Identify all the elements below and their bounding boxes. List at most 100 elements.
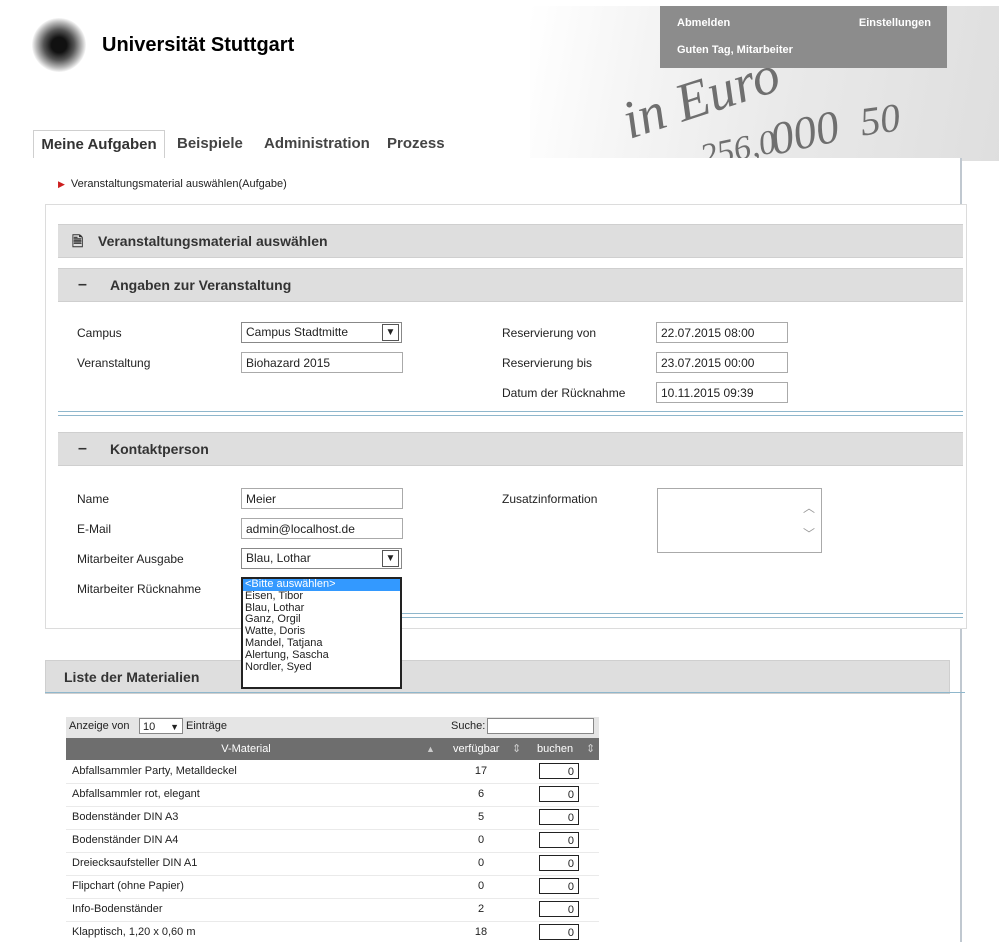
collapse-icon[interactable]: – xyxy=(78,433,87,465)
table-row: Info-Bodenständer 2 0 xyxy=(66,898,599,922)
campus-value: Campus Stadtmitte xyxy=(246,325,349,339)
material-name: Klapptisch, 1,20 x 0,60 m xyxy=(72,926,196,938)
issue-staff-label: Mitarbeiter Ausgabe xyxy=(77,552,184,566)
show-suffix: Einträge xyxy=(186,720,227,732)
collapse-icon[interactable]: – xyxy=(78,269,87,301)
return-date-field[interactable]: 10.11.2015 09:39 xyxy=(656,382,788,403)
available-count: 0 xyxy=(477,857,485,869)
table-row: Klapptisch, 1,20 x 0,60 m 18 0 xyxy=(66,921,599,942)
page: in Euro 000 50 256,0 Universität Stuttga… xyxy=(0,0,999,942)
listbox-option[interactable]: Mandel, Tatjana xyxy=(243,637,400,650)
issue-staff-select[interactable]: Blau, Lothar ▼ xyxy=(241,548,402,569)
table-row: Bodenständer DIN A4 0 0 xyxy=(66,829,599,853)
available-count: 2 xyxy=(477,903,485,915)
search-input[interactable] xyxy=(487,718,594,734)
logout-link[interactable]: Abmelden xyxy=(677,17,730,29)
return-staff-label: Mitarbeiter Rücknahme xyxy=(77,582,202,596)
material-name: Info-Bodenständer xyxy=(72,903,163,915)
section-veranstaltung-header[interactable]: – Angaben zur Veranstaltung xyxy=(58,268,963,302)
book-quantity-input[interactable]: 0 xyxy=(539,878,579,894)
available-count: 0 xyxy=(477,834,485,846)
available-count: 17 xyxy=(474,765,488,777)
campus-label: Campus xyxy=(77,326,122,340)
material-name: Dreiecksaufsteller DIN A1 xyxy=(72,857,198,869)
materials-title: Liste der Materialien xyxy=(64,669,200,685)
chevron-down-icon[interactable]: ▼ xyxy=(382,550,399,567)
table-row: Abfallsammler Party, Metalldeckel 17 0 xyxy=(66,760,599,784)
available-count: 0 xyxy=(477,880,485,892)
tab-administration[interactable]: Administration xyxy=(264,130,370,158)
listbox-option[interactable]: Alertung, Sascha xyxy=(243,649,400,662)
chevron-down-icon[interactable]: ▼ xyxy=(382,324,399,341)
section-veranstaltung-title: Angaben zur Veranstaltung xyxy=(110,277,292,293)
listbox-option[interactable]: Nordler, Syed xyxy=(243,661,400,674)
book-quantity-input[interactable]: 0 xyxy=(539,763,579,779)
scroll-up-icon[interactable]: ︿ xyxy=(803,499,815,516)
available-count: 6 xyxy=(477,788,485,800)
tab-prozess-uebersicht[interactable]: Prozess Übersicht xyxy=(387,130,456,180)
breadcrumb: ▶ Veranstaltungsmaterial auswählen(Aufgab… xyxy=(58,178,287,190)
book-quantity-input[interactable]: 0 xyxy=(539,786,579,802)
email-label: E-Mail xyxy=(77,522,112,536)
book-quantity-input[interactable]: 0 xyxy=(539,855,579,871)
tab-beispiele[interactable]: Beispiele xyxy=(177,130,243,158)
university-name: Universität Stuttgart xyxy=(102,34,295,56)
material-name: Abfallsammler Party, Metalldeckel xyxy=(72,765,237,777)
sort-asc-icon[interactable]: ▲ xyxy=(426,738,435,760)
res-from-field[interactable]: 22.07.2015 08:00 xyxy=(656,322,788,343)
col-available[interactable]: verfügbar xyxy=(453,738,499,760)
section-kontakt-title: Kontaktperson xyxy=(110,441,209,457)
name-label: Name xyxy=(77,492,110,506)
table-header: V-Material ▲ verfügbar ⇕ buchen ⇕ xyxy=(66,738,599,760)
form-title-bar: 🗎 Veranstaltungsmaterial auswählen xyxy=(58,224,963,258)
greeting-text: Guten Tag, Mitarbeiter xyxy=(677,44,793,56)
material-name: Bodenständer DIN A4 xyxy=(72,834,179,846)
col-book[interactable]: buchen xyxy=(537,738,573,760)
event-field[interactable]: Biohazard 2015 xyxy=(241,352,403,373)
book-quantity-input[interactable]: 0 xyxy=(539,924,579,940)
email-field[interactable]: admin@localhost.de xyxy=(241,518,403,539)
arrow-right-icon: ▶ xyxy=(58,179,65,189)
additional-info-textarea[interactable]: ︿ ﹀ xyxy=(657,488,822,553)
table-toolbar: Anzeige von 10 ▼ Einträge Suche: xyxy=(66,717,599,738)
form-title: Veranstaltungsmaterial auswählen xyxy=(98,233,328,249)
materials-divider xyxy=(45,692,965,693)
table-row: Abfallsammler rot, elegant 6 0 xyxy=(66,783,599,807)
sort-icon[interactable]: ⇕ xyxy=(512,738,521,760)
col-material[interactable]: V-Material xyxy=(66,738,426,760)
book-quantity-input[interactable]: 0 xyxy=(539,832,579,848)
return-date-label: Datum der Rücknahme xyxy=(502,386,626,400)
sort-icon[interactable]: ⇕ xyxy=(586,738,595,760)
return-staff-listbox[interactable]: <Bitte auswählen> Eisen, Tibor Blau, Lotha… xyxy=(241,577,402,689)
issue-staff-value: Blau, Lothar xyxy=(246,551,311,565)
chevron-down-icon[interactable]: ▼ xyxy=(170,719,179,735)
tab-meine-aufgaben[interactable]: Meine Aufgaben xyxy=(33,130,165,159)
table-row: Bodenständer DIN A3 5 0 xyxy=(66,806,599,830)
user-panel: Abmelden Einstellungen Guten Tag, Mitarb… xyxy=(660,6,947,68)
document-icon: 🗎 xyxy=(72,233,84,249)
res-to-field[interactable]: 23.07.2015 00:00 xyxy=(656,352,788,373)
search-label: Suche: xyxy=(451,720,486,732)
campus-select[interactable]: Campus Stadtmitte ▼ xyxy=(241,322,402,343)
entries-select[interactable]: 10 ▼ xyxy=(139,718,183,734)
breadcrumb-text[interactable]: Veranstaltungsmaterial auswählen(Aufgabe… xyxy=(71,178,287,190)
materials-header: Liste der Materialien xyxy=(45,660,950,694)
book-quantity-input[interactable]: 0 xyxy=(539,809,579,825)
show-prefix: Anzeige von xyxy=(69,720,130,732)
entries-value: 10 xyxy=(143,721,156,733)
table-row: Dreiecksaufsteller DIN A1 0 0 xyxy=(66,852,599,876)
material-name: Flipchart (ohne Papier) xyxy=(72,880,184,892)
table-row: Flipchart (ohne Papier) 0 0 xyxy=(66,875,599,899)
name-field[interactable]: Meier xyxy=(241,488,403,509)
material-name: Bodenständer DIN A3 xyxy=(72,811,179,823)
material-name: Abfallsammler rot, elegant xyxy=(72,788,200,800)
listbox-option[interactable]: Eisen, Tibor xyxy=(243,590,400,603)
section-kontakt-header[interactable]: – Kontaktperson xyxy=(58,432,963,466)
res-from-label: Reservierung von xyxy=(502,326,597,340)
settings-link[interactable]: Einstellungen xyxy=(859,17,931,29)
university-logo xyxy=(32,18,86,72)
section-divider xyxy=(58,411,963,416)
res-to-label: Reservierung bis xyxy=(502,356,593,370)
book-quantity-input[interactable]: 0 xyxy=(539,901,579,917)
scroll-down-icon[interactable]: ﹀ xyxy=(803,525,815,542)
